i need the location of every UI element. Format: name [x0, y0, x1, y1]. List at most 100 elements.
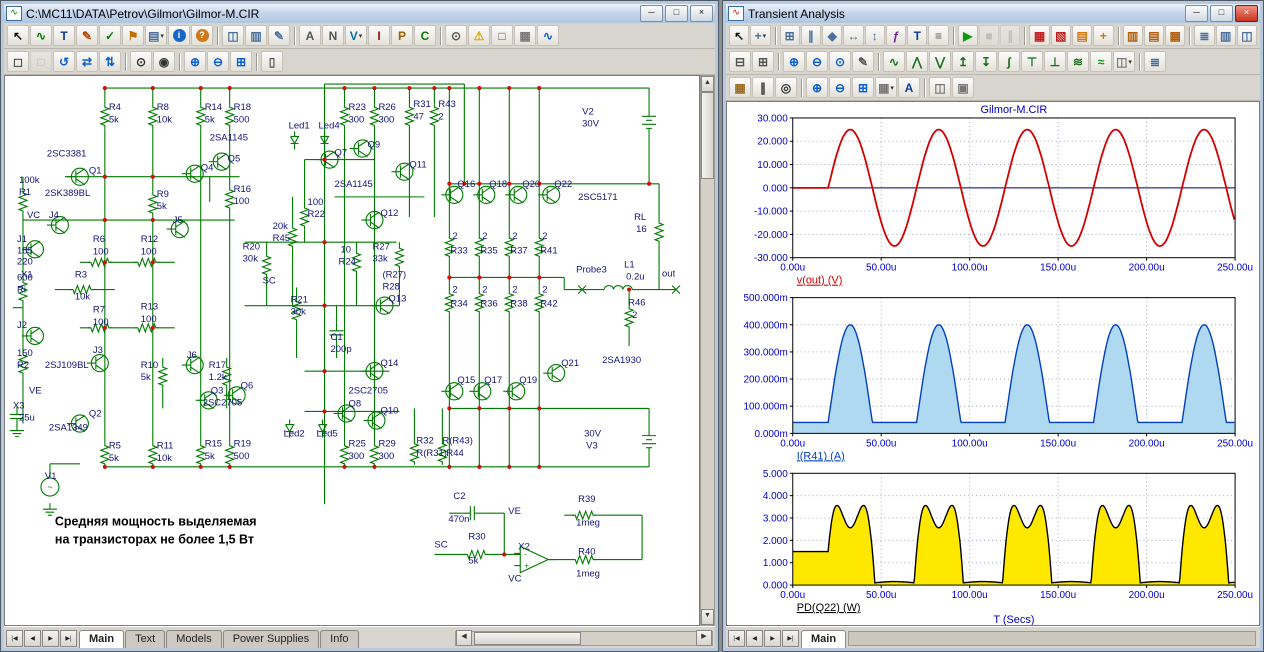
component-rv[interactable] — [226, 443, 234, 467]
component-rv[interactable] — [341, 443, 349, 467]
tab-nav-1[interactable]: ◀ — [746, 630, 763, 647]
picture-mode-icon[interactable]: ✓ — [99, 25, 121, 46]
step-box-icon[interactable]: □ — [30, 51, 52, 72]
zoom-out-icon[interactable]: ⊖ — [829, 77, 851, 98]
text-mode-icon[interactable]: T — [53, 25, 75, 46]
component-rv[interactable] — [101, 443, 109, 467]
vertical-scroll-track[interactable] — [701, 92, 714, 609]
tab-main[interactable]: Main — [79, 630, 124, 648]
node-voltages-toggle-icon[interactable]: V▾ — [345, 25, 367, 46]
info-mode-icon[interactable]: i — [168, 25, 190, 46]
waveform-label[interactable]: v(out) (V) — [797, 275, 843, 287]
component-rv[interactable] — [159, 364, 167, 388]
copy-window-icon[interactable]: ▣ — [952, 77, 974, 98]
minimize-button[interactable]: ─ — [1185, 5, 1208, 22]
limits-icon[interactable]: ▦ — [729, 77, 751, 98]
tab-main[interactable]: Main — [801, 630, 846, 648]
schematic-titlebar[interactable]: ∿ C:\MC11\DATA\Petrov\Gilmor\Gilmor-M.CI… — [4, 4, 715, 23]
find-component-icon[interactable]: ◉ — [153, 51, 175, 72]
tracker-icon[interactable]: ◎ — [775, 77, 797, 98]
component-rv[interactable] — [149, 192, 157, 216]
select-mode-icon[interactable]: ↖ — [7, 25, 29, 46]
component-rv[interactable] — [370, 104, 378, 128]
component-bat[interactable] — [642, 109, 656, 133]
cursor-valley-icon[interactable]: ⋁ — [929, 51, 951, 72]
tab-text[interactable]: Text — [125, 630, 165, 648]
component-rh[interactable] — [88, 258, 112, 266]
auto-scale-icon[interactable]: ⊙ — [829, 51, 851, 72]
analysis-bottom-track[interactable] — [848, 631, 1256, 646]
envelope-icon[interactable]: ≋ — [1067, 51, 1089, 72]
component-rv[interactable] — [101, 104, 109, 128]
cursor-low-icon[interactable]: ↧ — [975, 51, 997, 72]
grid-toggle-icon[interactable]: ▦ — [514, 25, 536, 46]
run-button-icon[interactable]: ▶ — [958, 25, 978, 46]
cursor-top-icon[interactable]: ⊤ — [1021, 51, 1043, 72]
zoom-area-icon[interactable]: ⊞ — [230, 51, 252, 72]
properties-icon[interactable]: ≡ — [928, 25, 948, 46]
analysis-plot-window-icon[interactable]: ∿ — [537, 25, 559, 46]
tokens-toggle-icon[interactable]: ▧ — [1051, 25, 1071, 46]
component-rv[interactable] — [430, 104, 438, 128]
find-icon[interactable]: ⊙ — [130, 51, 152, 72]
flag-mode-icon[interactable]: ⚑ — [122, 25, 144, 46]
zoom-out-icon[interactable]: ⊖ — [806, 51, 828, 72]
vertical-scrollbar[interactable]: ▲ ▼ — [700, 75, 715, 626]
tab-nav-3[interactable]: ▶| — [60, 630, 77, 647]
tab-nav-1[interactable]: ◀ — [24, 630, 41, 647]
graphics-mode-icon[interactable]: ✎ — [76, 25, 98, 46]
data-points-toggle-icon[interactable]: ▦ — [1029, 25, 1049, 46]
zoom-in-icon[interactable]: ⊕ — [184, 51, 206, 72]
horizontal-scroll-thumb[interactable] — [474, 632, 581, 645]
tab-info[interactable]: Info — [320, 630, 358, 648]
node-numbers-toggle-icon[interactable]: N — [322, 25, 344, 46]
grid-menu-icon[interactable]: ▦▾ — [875, 77, 897, 98]
analysis-titlebar[interactable]: ∿ Transient Analysis ─ □ × — [726, 4, 1260, 23]
cursor-next-icon[interactable]: ∿ — [883, 51, 905, 72]
ruler-toggle-icon[interactable]: ▤ — [1072, 25, 1092, 46]
rotate-icon[interactable]: ↺ — [53, 51, 75, 72]
warning-annotation-icon[interactable]: ⚠ — [468, 25, 490, 46]
analysis-plot-area[interactable]: 0.00u50.00u100.00u150.00u200.00u250.00u3… — [726, 101, 1260, 626]
component-led[interactable] — [291, 131, 299, 149]
component-rv[interactable] — [197, 104, 205, 128]
component-rv[interactable] — [149, 104, 157, 128]
waveform-label[interactable]: PD(Q22) (W) — [797, 602, 861, 614]
component-rh[interactable] — [135, 324, 159, 332]
performance-tag-mode-icon[interactable]: ƒ — [886, 25, 906, 46]
border-view-icon[interactable]: ▥ — [245, 25, 267, 46]
component-rv[interactable] — [655, 220, 663, 244]
text-mode-icon[interactable]: T — [907, 25, 927, 46]
tab-power-supplies[interactable]: Power Supplies — [223, 630, 319, 648]
component-rv[interactable] — [341, 104, 349, 128]
power-toggle-icon[interactable]: P — [391, 25, 413, 46]
flip-horizontal-icon[interactable]: ⇄ — [76, 51, 98, 72]
component-rv[interactable] — [405, 104, 413, 128]
delete-all-objects-icon[interactable]: ⊟ — [729, 51, 751, 72]
component-rh[interactable] — [135, 258, 159, 266]
zoom-window-icon[interactable]: ⊞ — [852, 77, 874, 98]
close-button[interactable]: × — [690, 5, 713, 22]
horizontal-scroll-track[interactable] — [472, 632, 696, 645]
attribute-text-toggle-icon[interactable]: A — [299, 25, 321, 46]
tab-nav-0[interactable]: |◀ — [728, 630, 745, 647]
cursor-mode-icon[interactable]: ∥ — [801, 25, 821, 46]
tab-nav-2[interactable]: ▶ — [764, 630, 781, 647]
restore-button[interactable]: □ — [665, 5, 688, 22]
wire-mode-icon[interactable]: ∿ — [30, 25, 52, 46]
scroll-left-button[interactable]: ◀ — [456, 630, 472, 646]
component-rv[interactable] — [149, 443, 157, 467]
horizontal-axis-grids-toggle-icon[interactable]: ▥ — [1123, 25, 1143, 46]
select-mode-icon[interactable]: ↖ — [729, 25, 749, 46]
clipboard-menu-icon[interactable]: ◫▾ — [1113, 51, 1135, 72]
cursor-inflection-icon[interactable]: ∫ — [998, 51, 1020, 72]
plus-mark-toggle-icon[interactable]: + — [1093, 25, 1113, 46]
currents-toggle-icon[interactable]: I — [368, 25, 390, 46]
zoom-in-icon[interactable]: ⊕ — [783, 51, 805, 72]
schematic-canvas[interactable]: ~-+R45kR810kR145kR185002SA1145Led1Led4R2… — [4, 75, 700, 626]
tab-nav-2[interactable]: ▶ — [42, 630, 59, 647]
page-view-icon[interactable]: ▯ — [261, 51, 283, 72]
component-rv[interactable] — [263, 253, 271, 277]
component-gnd[interactable] — [10, 425, 24, 437]
tab-models[interactable]: Models — [166, 630, 221, 648]
